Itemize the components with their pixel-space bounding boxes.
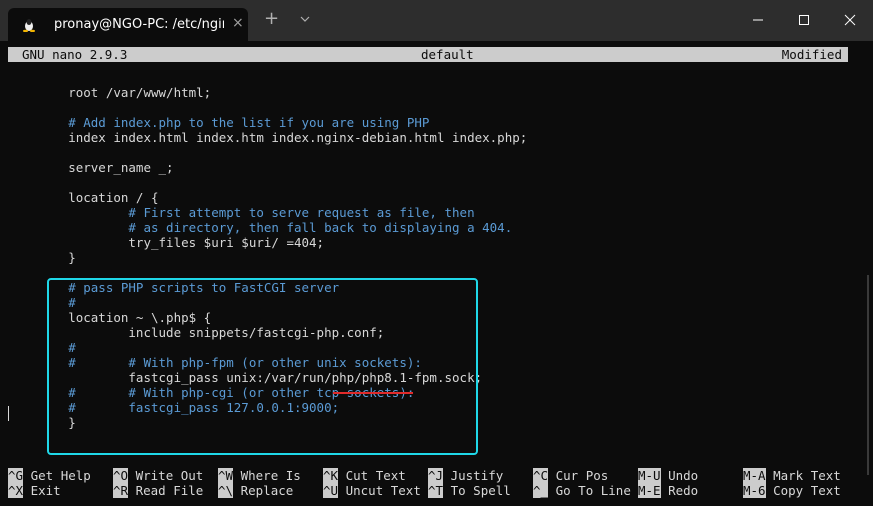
shortcut-label: Redo bbox=[660, 483, 699, 498]
scrollbar[interactable] bbox=[867, 275, 869, 475]
shortcut-label: Replace bbox=[233, 483, 294, 498]
shortcut-item[interactable]: ^U Uncut Text bbox=[323, 483, 421, 498]
shortcut-key: ^_ bbox=[533, 483, 549, 498]
shortcut-label: Uncut Text bbox=[338, 483, 421, 498]
shortcut-key: ^X bbox=[8, 483, 24, 498]
shortcut-item[interactable]: ^_ Go To Line bbox=[533, 483, 631, 498]
comment-line: # First attempt to serve request as file… bbox=[8, 205, 475, 220]
close-button[interactable] bbox=[827, 0, 873, 41]
minimize-icon bbox=[753, 19, 763, 21]
shortcut-key: ^\ bbox=[218, 483, 234, 498]
shortcut-item[interactable]: ^J Justify bbox=[428, 468, 503, 483]
tab-close-icon[interactable]: × bbox=[232, 15, 244, 31]
shortcut-item[interactable]: ^R Read File bbox=[113, 483, 203, 498]
shortcut-label: To Spell bbox=[443, 483, 511, 498]
tab-title: pronay@NGO-PC: /etc/nginx/si bbox=[54, 17, 224, 32]
linux-penguin-icon bbox=[23, 19, 35, 32]
shortcut-label: Where Is bbox=[233, 468, 301, 483]
maximize-icon bbox=[799, 15, 809, 25]
file-name: default bbox=[421, 47, 474, 62]
code-line: location / { bbox=[8, 190, 159, 205]
terminal-tab[interactable]: pronay@NGO-PC: /etc/nginx/si × bbox=[8, 8, 248, 41]
code-line: server_name _; bbox=[8, 160, 174, 175]
comment-line: # Add index.php to the list if you are u… bbox=[8, 115, 430, 130]
chevron-down-icon[interactable] bbox=[300, 14, 310, 24]
shortcut-item[interactable]: M-U Undo bbox=[638, 468, 698, 483]
shortcut-item[interactable]: M-E Redo bbox=[638, 483, 698, 498]
shortcut-item[interactable]: ^\ Replace bbox=[218, 483, 293, 498]
shortcut-label: Mark Text bbox=[765, 468, 841, 483]
modified-status: Modified bbox=[781, 47, 842, 62]
shortcut-label: Cut Text bbox=[338, 468, 406, 483]
shortcut-label: Write Out bbox=[128, 468, 204, 483]
shortcut-label: Go To Line bbox=[548, 483, 631, 498]
title-bar: pronay@NGO-PC: /etc/nginx/si × + bbox=[0, 0, 873, 41]
shortcut-key: ^U bbox=[323, 483, 339, 498]
shortcut-label: Read File bbox=[128, 483, 204, 498]
shortcut-label: Justify bbox=[443, 468, 504, 483]
shortcut-key: ^K bbox=[323, 468, 339, 483]
shortcut-key: ^W bbox=[218, 468, 234, 483]
shortcut-label: Copy Text bbox=[765, 483, 841, 498]
shortcut-item[interactable]: M-A Mark Text bbox=[743, 468, 841, 483]
shortcut-key: M-U bbox=[638, 468, 661, 483]
shortcut-item[interactable]: ^G Get Help bbox=[8, 468, 91, 483]
comment-line: # as directory, then fall back to displa… bbox=[8, 220, 513, 235]
new-tab-button[interactable]: + bbox=[264, 10, 279, 28]
code-line: } bbox=[8, 250, 76, 265]
highlight-box bbox=[47, 278, 478, 455]
nano-status-bar: GNU nano 2.9.3 default Modified bbox=[8, 47, 848, 62]
close-icon bbox=[844, 14, 856, 26]
shortcut-key: M-E bbox=[638, 483, 661, 498]
shortcut-key: ^O bbox=[113, 468, 129, 483]
shortcut-item[interactable]: M-6 Copy Text bbox=[743, 483, 841, 498]
shortcut-item[interactable]: ^O Write Out bbox=[113, 468, 203, 483]
shortcut-item[interactable]: ^K Cut Text bbox=[323, 468, 406, 483]
shortcut-key: ^T bbox=[428, 483, 444, 498]
red-underline bbox=[333, 392, 413, 394]
shortcut-key: ^C bbox=[533, 468, 549, 483]
shortcut-item[interactable]: ^C Cur Pos bbox=[533, 468, 608, 483]
shortcut-key: ^G bbox=[8, 468, 24, 483]
shortcut-key: M-6 bbox=[743, 483, 766, 498]
maximize-button[interactable] bbox=[781, 0, 827, 41]
text-cursor bbox=[8, 406, 9, 421]
shortcut-item[interactable]: ^X Exit bbox=[8, 483, 61, 498]
code-line: root /var/www/html; bbox=[8, 85, 212, 100]
shortcut-label: Undo bbox=[660, 468, 699, 483]
nano-version: GNU nano 2.9.3 bbox=[22, 47, 128, 62]
code-line: index index.html index.htm index.nginx-d… bbox=[8, 130, 528, 145]
code-line: try_files $uri $uri/ =404; bbox=[8, 235, 325, 250]
shortcut-item[interactable]: ^T To Spell bbox=[428, 483, 511, 498]
shortcut-label: Cur Pos bbox=[548, 468, 609, 483]
minimize-button[interactable] bbox=[735, 0, 781, 41]
shortcut-key: ^J bbox=[428, 468, 444, 483]
shortcut-key: ^R bbox=[113, 483, 129, 498]
shortcut-item[interactable]: ^W Where Is bbox=[218, 468, 301, 483]
shortcut-label: Get Help bbox=[23, 468, 91, 483]
shortcut-key: M-A bbox=[743, 468, 766, 483]
shortcut-label: Exit bbox=[23, 483, 61, 498]
